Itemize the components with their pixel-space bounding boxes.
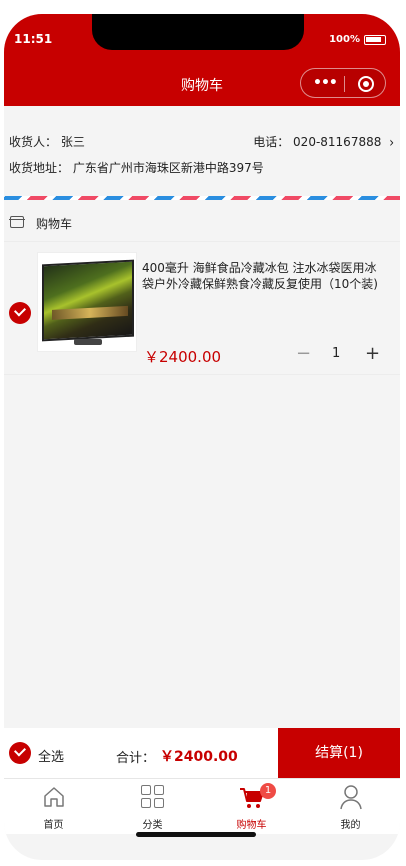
tab-category[interactable]: 分类 [103,779,202,835]
chevron-right-icon[interactable]: › [389,134,394,151]
tab-bar: 首页 分类 1 购物车 我的 [4,778,400,834]
select-all-checkbox[interactable] [9,742,31,764]
phone-wrap: 电话： 020-81167888 › [253,133,394,151]
address-label: 收货地址： [9,161,70,175]
tab-category-label: 分类 [142,820,163,831]
tv-stand [74,339,102,345]
phone-number: 020-81167888 [293,135,382,149]
tab-home-label: 首页 [43,820,64,831]
tab-mine-label: 我的 [340,820,361,831]
battery-percent: 100% [329,34,360,45]
status-time: 11:51 [14,32,53,46]
receiver-row: 收货人： 张三 电话： 020-81167888 › [9,133,394,151]
receiver-label: 收货人： [9,135,58,149]
close-miniapp-icon[interactable] [358,76,374,92]
camera-notch [92,14,304,50]
quantity-minus-button[interactable]: − [296,343,311,364]
mini-program-capsule[interactable]: ••• [300,68,386,98]
item-divider [4,374,400,375]
quantity-plus-button[interactable]: + [365,343,380,364]
top-bar: 11:51 100% 购物车 ••• [4,14,400,106]
home-icon [44,787,64,807]
address-card[interactable]: 收货人： 张三 电话： 020-81167888 › 收货地址： 广东省广州市海… [4,120,400,200]
store-icon [9,216,25,228]
total-label: 合计： [116,751,156,766]
battery-icon [364,35,386,45]
phone-label: 电话： [253,135,290,149]
item-checkbox[interactable] [9,302,31,324]
product-price: ￥2400.00 [144,348,222,366]
address-row: 收货地址： 广东省广州市海珠区新港中路397号 [9,159,264,176]
tab-home[interactable]: 首页 [4,779,103,835]
tab-cart-label: 购物车 [236,820,267,831]
cart-section: 购物车 400毫升 海鲜食品冷藏冰包 注水冰袋医用冰袋户外冷藏保鲜熟食冷藏反复使… [4,204,400,375]
cart-title: 购物车 [36,217,73,231]
category-icon [141,785,165,809]
receiver-name: 张三 [60,135,85,149]
product-title[interactable]: 400毫升 海鲜食品冷藏冰包 注水冰袋医用冰袋户外冷藏保鲜熟食冷藏反复使用（10… [142,260,388,292]
tab-cart[interactable]: 1 购物车 [202,779,301,835]
cart-badge: 1 [260,783,276,799]
product-image[interactable] [37,252,137,352]
user-icon [340,785,362,810]
envelope-stripe [4,196,400,200]
select-all-label[interactable]: 全选 [38,746,64,765]
tv-image [42,259,134,342]
phone-screen: 11:51 100% 购物车 ••• 收货人： 张三 电话： 020-81167… [4,14,400,860]
capsule-divider [344,76,345,92]
cart-header: 购物车 [4,204,400,242]
address-text: 广东省广州市海珠区新港中路397号 [72,161,264,175]
tab-mine[interactable]: 我的 [301,779,400,835]
total-price: ￥2400.00 [160,749,238,765]
cart-footer: 全选 合计： ￥2400.00 结算(1) [4,728,400,778]
quantity-value[interactable]: 1 [332,346,340,361]
checkout-button[interactable]: 结算(1) [278,728,400,778]
more-icon[interactable]: ••• [313,76,338,90]
home-indicator[interactable] [136,832,256,837]
